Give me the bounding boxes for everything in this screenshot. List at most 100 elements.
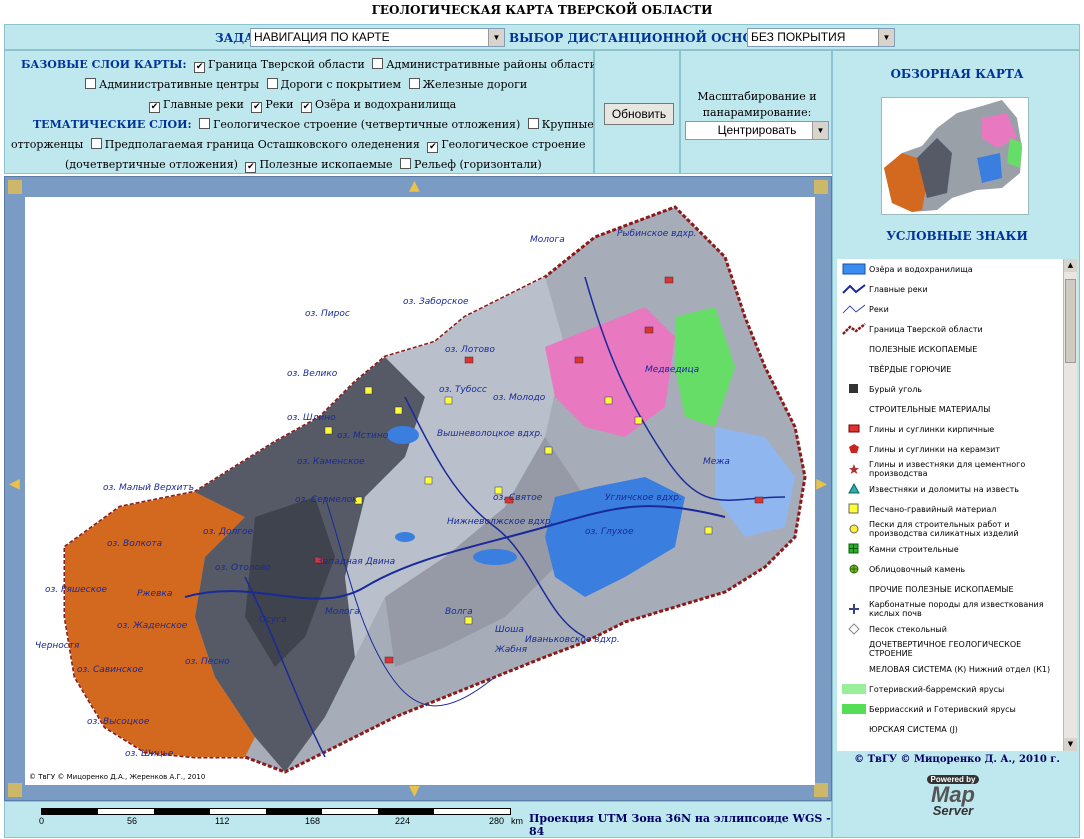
pan-ne-icon[interactable] <box>814 180 828 194</box>
pan-west-icon[interactable]: ◀ <box>9 477 20 491</box>
legend-label: ТВЁРДЫЕ ГОРЮЧИЕ <box>869 364 952 374</box>
legend-item: Камни строительные <box>837 539 1063 559</box>
legend-label: Песок стекольный <box>869 624 947 634</box>
pan-east-icon[interactable]: ▶ <box>816 477 827 491</box>
pan-sw-icon[interactable] <box>8 783 22 797</box>
layer-label: Административные центры <box>99 78 259 91</box>
legend-item: МЕЛОВАЯ СИСТЕМА (К) Нижний отдел (К1) <box>837 659 1063 679</box>
scale-unit: km <box>511 816 523 826</box>
map-place-label: оз. Шлино <box>287 413 336 423</box>
scale-bar <box>41 808 511 815</box>
layer-label: Административные районы области <box>386 58 597 71</box>
legend-label: Бурый уголь <box>869 384 923 394</box>
overview-map[interactable] <box>881 97 1029 215</box>
checkbox-lakes[interactable]: ✔ <box>301 102 312 113</box>
map-place-label: Жабня <box>495 645 528 655</box>
tasks-select-value: НАВИГАЦИЯ ПО КАРТЕ <box>254 30 390 44</box>
scale-label: 280 <box>489 816 505 826</box>
pan-north-icon[interactable]: ▲ <box>409 179 420 193</box>
bottom-bar: 0 56 112 168 224 280 km Проекция UTM Зон… <box>4 801 832 838</box>
river-icon <box>839 303 869 315</box>
basemap-label: ВЫБОР ДИСТАНЦИОННОЙ ОСНОВЫ: <box>509 31 782 45</box>
cement-icon <box>839 463 869 475</box>
map-place-label: оз. Волкота <box>107 539 163 549</box>
legend-scrollbar[interactable]: ▲ ▼ <box>1063 259 1077 751</box>
hauterivian-icon <box>839 683 869 695</box>
scroll-thumb[interactable] <box>1065 279 1076 363</box>
checkbox-rivers[interactable]: ✔ <box>251 102 263 113</box>
map-place-label: Волга <box>445 607 473 617</box>
layer-label: Реки <box>265 98 294 111</box>
chevron-down-icon: ▼ <box>878 29 894 46</box>
checkbox-roads[interactable] <box>266 78 278 89</box>
legend-label: ЮРСКАЯ СИСТЕМА (J) <box>869 724 958 734</box>
map-place-label: оз. Лотово <box>445 345 495 355</box>
legend-item: Глины и суглинки на керамзит <box>837 439 1063 459</box>
map-place-label: Медведица <box>645 365 700 375</box>
layer-label: Граница Тверской области <box>208 58 365 71</box>
legend-item: ЮРСКАЯ СИСТЕМА (J) <box>837 719 1063 739</box>
pan-south-icon[interactable]: ▼ <box>409 784 420 798</box>
checkbox-minerals[interactable]: ✔ <box>245 162 257 173</box>
legend-label: Главные реки <box>869 284 928 294</box>
map-place-label: оз. Заборское <box>403 297 469 307</box>
layers-panel: БАЗОВЫЕ СЛОИ КАРТЫ: ✔ Граница Тверской об… <box>4 50 597 174</box>
logo-server: Server <box>932 803 974 818</box>
basemap-select[interactable]: БЕЗ ПОКРЫТИЯ ▼ <box>747 28 895 47</box>
map-place-label: оз. Молодо <box>493 393 546 403</box>
map-place-label: оз. Ряшеское <box>45 585 108 595</box>
limestone-icon <box>839 483 869 495</box>
legend-label: Глины и суглинки кирпичные <box>869 424 995 434</box>
map-place-label: оз. Сермелок <box>295 495 358 505</box>
map-place-label: оз. Долгое <box>203 527 254 537</box>
scale-label: 112 <box>215 816 230 826</box>
basemap-select-value: БЕЗ ПОКРЫТИЯ <box>751 30 846 44</box>
legend-item: Готеривский-барремский ярусы <box>837 679 1063 699</box>
mapserver-logo[interactable]: Powered by Map Server <box>915 771 991 823</box>
checkbox-admin-centers[interactable] <box>85 78 96 89</box>
map-canvas[interactable]: оз. Пирос оз. Заборское оз. Велико оз. Шлин… <box>25 197 815 785</box>
scroll-down-icon[interactable]: ▼ <box>1064 738 1077 751</box>
map-place-label: Межа <box>703 457 730 467</box>
legend-item: ПРОЧИЕ ПОЛЕЗНЫЕ ИСКОПАЕМЫЕ <box>837 579 1063 599</box>
legend-label: Глины и известняки для цементного произв… <box>869 460 1026 478</box>
legend-item: Берриасский и Готеривский ярусы <box>837 699 1063 719</box>
checkbox-glaciation[interactable] <box>90 138 102 149</box>
map-place-label: оз. Мстино <box>337 431 389 441</box>
pan-se-icon[interactable] <box>814 783 828 797</box>
scale-panel: Масштабирование и панарамирование: Центр… <box>680 50 832 174</box>
checkbox-relief[interactable] <box>399 158 411 169</box>
map-place-label: оз. Отолово <box>215 563 271 573</box>
legend-label: Готеривский-барремский ярусы <box>869 684 1005 694</box>
right-column: ОБЗОРНАЯ КАРТА УСЛОВНЫЕ ЗНАКИ Озёра и во… <box>832 50 1080 838</box>
map-place-label: оз. Высоцкое <box>87 717 150 727</box>
legend-label: ДОЧЕТВЕРТИЧНОЕ ГЕОЛОГИЧЕСКОЕ СТРОЕНИЕ <box>869 640 1022 658</box>
legend-item: Граница Тверской области <box>837 319 1063 339</box>
update-button[interactable]: Обновить <box>604 103 674 125</box>
layer-label: Предполагаемая граница Осташковского оле… <box>104 138 420 151</box>
thematic-layers-header: ТЕМАТИЧЕСКИЕ СЛОИ: <box>33 118 192 131</box>
map-place-label: оз. Глухое <box>585 527 634 537</box>
scroll-up-icon[interactable]: ▲ <box>1064 259 1077 272</box>
legend-label: Глины и суглинки на керамзит <box>869 444 1001 454</box>
scale-label: 56 <box>127 816 138 826</box>
checkbox-quaternary[interactable] <box>199 118 211 129</box>
scale-select[interactable]: Центрировать ▼ <box>685 121 829 140</box>
legend-item: Бурый уголь <box>837 379 1063 399</box>
checkbox-railways[interactable] <box>408 78 420 89</box>
legend-item: ДОЧЕТВЕРТИЧНОЕ ГЕОЛОГИЧЕСКОЕ СТРОЕНИЕ <box>837 639 1063 659</box>
checkbox-admin-districts[interactable] <box>372 58 384 69</box>
legend-item: Глины и известняки для цементного произв… <box>837 459 1063 479</box>
legend-item: Пески для строительных работ и производс… <box>837 519 1063 539</box>
tasks-select[interactable]: НАВИГАЦИЯ ПО КАРТЕ ▼ <box>250 28 505 47</box>
checkbox-main-rivers[interactable]: ✔ <box>149 102 160 113</box>
legend-label: Облицовочный камень <box>869 564 966 574</box>
checkbox-large-rafts[interactable] <box>527 118 539 129</box>
pan-nw-icon[interactable] <box>8 180 22 194</box>
scale-label: 168 <box>305 816 321 826</box>
scale-label: 0 <box>39 816 45 826</box>
legend-label: Известняки и доломиты на известь <box>869 484 1020 494</box>
checkbox-border[interactable]: ✔ <box>194 62 206 73</box>
legend-label: МЕЛОВАЯ СИСТЕМА (К) Нижний отдел (К1) <box>869 664 1051 674</box>
checkbox-pre-quaternary[interactable]: ✔ <box>427 142 439 153</box>
